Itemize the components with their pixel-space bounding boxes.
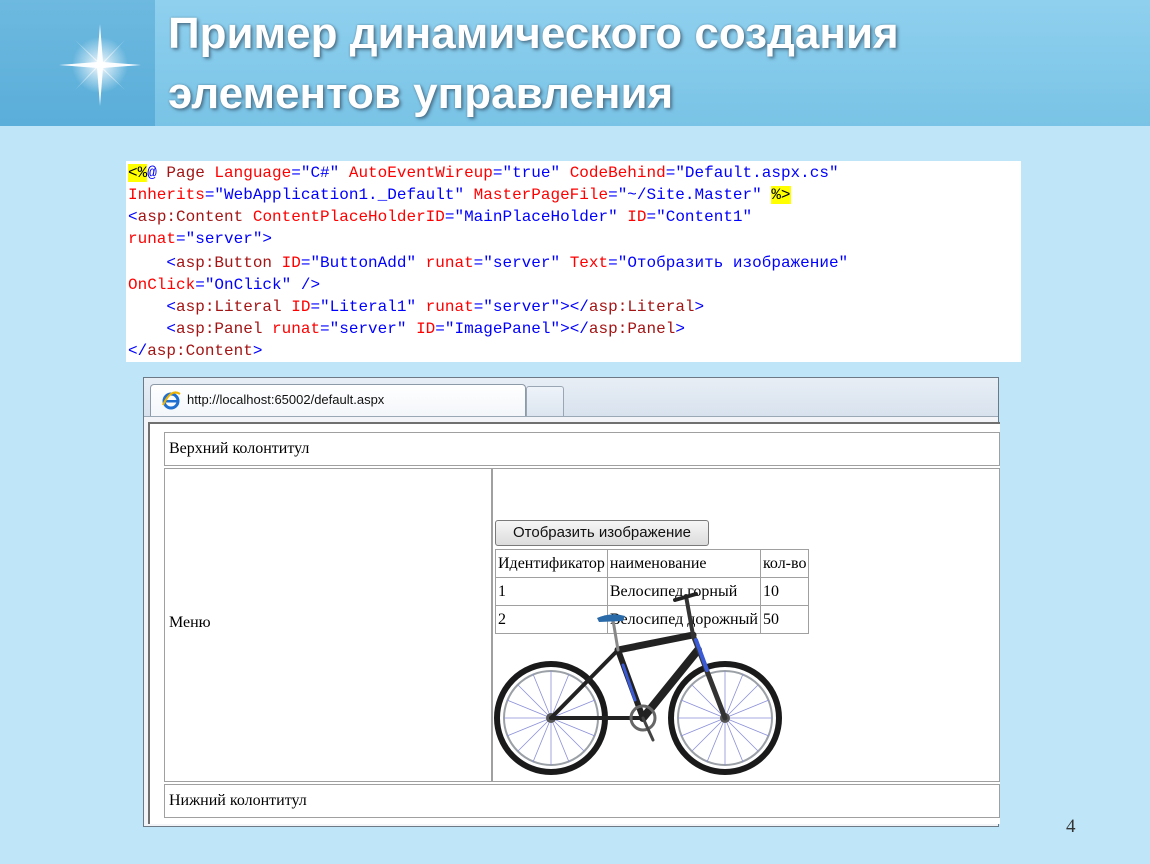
code-token: < — [128, 254, 177, 272]
code-token: ="server" — [320, 320, 407, 338]
code-token: < — [128, 320, 177, 338]
browser-tab-active[interactable]: http://localhost:65002/default.aspx — [150, 384, 526, 416]
code-token: asp:Panel — [588, 320, 676, 338]
slide-title-line-2: элементов управления — [168, 69, 674, 118]
code-token: ="Literal1" — [310, 298, 417, 316]
code-token: ="Default.aspx.cs" — [665, 164, 839, 182]
code-token: ="OnClick" /> — [195, 276, 321, 294]
code-listing: <%@ Page Language="C#" AutoEventWireup="… — [126, 161, 1021, 362]
code-token: ID — [617, 208, 647, 226]
code-line-6: OnClick="OnClick" /> — [128, 274, 320, 296]
slide-title-line-1: Пример динамического создания — [168, 9, 899, 58]
code-token: > — [675, 320, 685, 338]
menu-text: Меню — [169, 614, 211, 631]
code-token: asp:Literal — [588, 298, 695, 316]
code-token: ="C#" — [291, 164, 340, 182]
code-token: ="Content1" — [646, 208, 753, 226]
code-token: CodeBehind — [560, 164, 666, 182]
code-token: ="server"> — [176, 230, 273, 248]
code-token: > — [252, 342, 263, 360]
show-image-button[interactable]: Отобразить изображение — [495, 520, 709, 546]
table-header-row: Идентификатор наименование кол-во — [495, 549, 810, 578]
code-token: runat — [416, 298, 474, 316]
tab-url: http://localhost:65002/default.aspx — [187, 392, 385, 407]
code-token: ="true" — [492, 164, 561, 182]
code-token: > — [694, 298, 705, 316]
code-token: ID — [281, 298, 311, 316]
column-header: кол-во — [759, 549, 810, 578]
code-token: ="server" — [473, 254, 561, 272]
code-token: <% — [128, 164, 148, 182]
code-token: AutoEventWireup — [339, 164, 493, 182]
code-line-1: <%@ Page Language="C#" AutoEventWireup="… — [128, 162, 839, 184]
code-token: ="ButtonAdd" — [300, 254, 417, 272]
footer-text: Нижний колонтитул — [169, 792, 307, 809]
bicycle-image — [494, 592, 782, 775]
code-token: runat — [262, 320, 321, 338]
code-token: < — [128, 208, 138, 226]
code-line-7: <asp:Literal ID="Literal1" runat="server… — [128, 296, 704, 318]
code-token: MasterPageFile — [464, 186, 609, 204]
code-token: ID — [272, 254, 301, 272]
code-token: asp:Panel — [176, 320, 263, 338]
column-header: наименование — [606, 549, 761, 578]
column-header: Идентификатор — [495, 549, 608, 578]
code-token: Text — [560, 254, 609, 272]
code-token: asp:Literal — [176, 298, 282, 316]
code-token: asp:Button — [176, 254, 273, 272]
code-token: </ — [128, 342, 148, 360]
code-token: ="Отобразить изображение" — [608, 254, 849, 272]
new-tab-button[interactable] — [526, 386, 564, 416]
code-token: Inherits — [128, 186, 205, 204]
code-token: Page — [166, 164, 205, 182]
ie-browser-icon — [162, 391, 181, 410]
code-token: runat — [128, 230, 177, 248]
slide-title: Пример динамического создания элементов … — [168, 4, 1128, 124]
code-token: Language — [204, 164, 292, 182]
code-token: @ — [147, 164, 167, 182]
header-pane: Верхний колонтитул — [164, 432, 1000, 466]
code-line-4: runat="server"> — [128, 228, 272, 250]
sparkle-star-icon — [59, 24, 141, 106]
code-line-9: </asp:Content> — [128, 340, 262, 362]
code-token: %> — [771, 186, 791, 204]
footer-pane: Нижний колонтитул — [164, 784, 1000, 818]
code-token: ="MainPlaceHolder" — [444, 208, 618, 226]
code-token: ="WebApplication1._Default" — [204, 186, 465, 204]
code-token: runat — [416, 254, 474, 272]
code-token: asp:Content — [147, 342, 253, 360]
code-token: ="~/Site.Master" — [608, 186, 772, 204]
code-token: ID — [406, 320, 436, 338]
code-token: ContentPlaceHolderID — [243, 208, 445, 226]
code-token: < — [128, 298, 177, 316]
page-number: 4 — [1066, 816, 1076, 837]
header-text: Верхний колонтитул — [169, 440, 310, 457]
code-token: asp:Content — [137, 208, 244, 226]
code-token: ="server"></ — [473, 298, 589, 316]
code-line-8: <asp:Panel runat="server" ID="ImagePanel… — [128, 318, 685, 340]
code-token: ="ImagePanel"></ — [435, 320, 589, 338]
code-line-2: Inherits="WebApplication1._Default" Mast… — [128, 184, 791, 206]
menu-pane: Меню — [164, 468, 492, 782]
code-token: OnClick — [128, 276, 196, 294]
code-line-5: <asp:Button ID="ButtonAdd" runat="server… — [128, 252, 848, 274]
browser-tab-strip: http://localhost:65002/default.aspx — [144, 378, 998, 417]
code-line-3: <asp:Content ContentPlaceHolderID="MainP… — [128, 206, 752, 228]
